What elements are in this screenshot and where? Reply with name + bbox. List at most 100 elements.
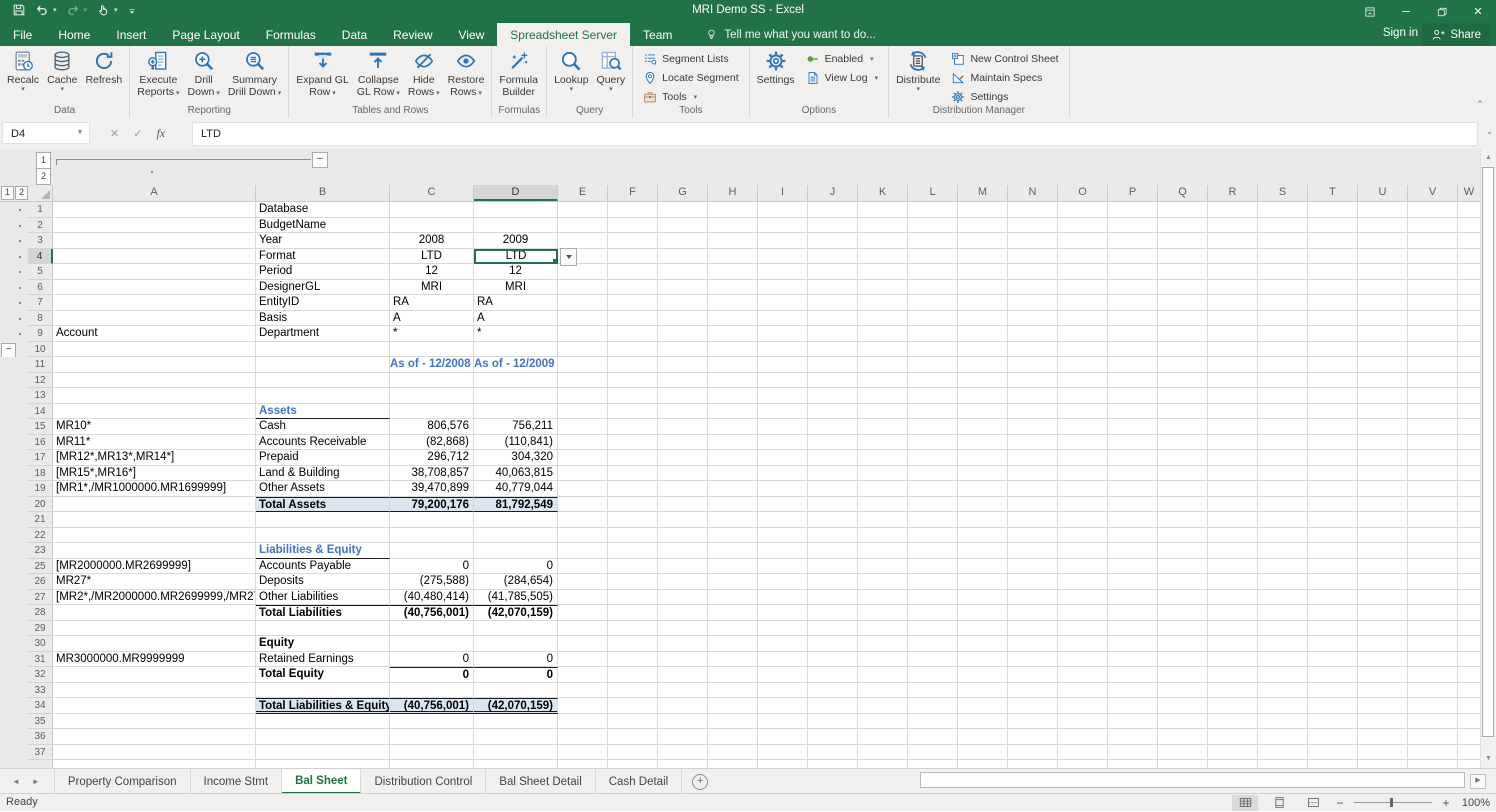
empty-cells-filler[interactable] [558, 295, 1481, 311]
cell-A1[interactable] [53, 202, 256, 218]
cell-D18[interactable]: 40,063,815 [474, 466, 558, 482]
page-break-preview-button[interactable] [1300, 795, 1326, 811]
cell-C34[interactable]: (40,756,001) [390, 698, 474, 714]
cell-B29[interactable] [256, 621, 390, 637]
row-header-26[interactable]: 26 [28, 574, 53, 590]
cell-C35[interactable] [390, 714, 474, 730]
cell-B11[interactable] [256, 357, 390, 373]
refresh-button[interactable]: Refresh [81, 47, 126, 86]
column-header-G[interactable]: G [658, 185, 708, 201]
cell-D31[interactable]: 0 [474, 652, 558, 668]
cell-C2[interactable] [390, 218, 474, 234]
cell-B6[interactable]: DesignerGL [256, 280, 390, 296]
cell-B12[interactable] [256, 373, 390, 389]
cell-C3[interactable]: 2008 [390, 233, 474, 249]
close-button[interactable]: ✕ [1460, 0, 1496, 23]
cell-C20[interactable]: 79,200,176 [390, 497, 474, 513]
row-header-33[interactable]: 33 [28, 683, 53, 699]
cell-B30[interactable]: Equity [256, 636, 390, 652]
column-header-W[interactable]: W [1458, 185, 1481, 201]
cell-C33[interactable] [390, 683, 474, 699]
cell-D11[interactable]: As of - 12/2009 [474, 357, 558, 373]
empty-cells-filler[interactable] [558, 574, 1481, 590]
scroll-down-icon[interactable]: ▼ [1482, 751, 1495, 767]
page-layout-view-button[interactable] [1266, 795, 1292, 811]
sheet-next-icon[interactable]: ► [32, 777, 40, 786]
row-header-2[interactable]: 2 [28, 218, 53, 234]
cell-C1[interactable] [390, 202, 474, 218]
cell-B19[interactable]: Other Assets [256, 481, 390, 497]
tab-formulas[interactable]: Formulas [253, 23, 329, 46]
cell-A21[interactable] [53, 512, 256, 528]
cell-C30[interactable] [390, 636, 474, 652]
sheet-tab-cash-detail[interactable]: Cash Detail [596, 769, 682, 794]
row-outline-level-1-button[interactable]: 1 [1, 186, 14, 200]
row-header-21[interactable]: 21 [28, 512, 53, 528]
sheet-tab-property-comparison[interactable]: Property Comparison [55, 769, 191, 794]
execute-button[interactable]: ExecuteReports▾ [133, 47, 183, 100]
cell-D17[interactable]: 304,320 [474, 450, 558, 466]
row-header-35[interactable]: 35 [28, 714, 53, 730]
cell-D32[interactable]: 0 [474, 667, 558, 683]
cell-D9[interactable]: * [474, 326, 558, 342]
row-header-12[interactable]: 12 [28, 373, 53, 389]
cell-B34[interactable]: Total Liabilities & Equity [256, 698, 390, 714]
cell-B18[interactable]: Land & Building [256, 466, 390, 482]
empty-cells-filler[interactable] [558, 559, 1481, 575]
cell-C6[interactable]: MRI [390, 280, 474, 296]
column-header-D[interactable]: D [474, 185, 558, 201]
cell-C21[interactable] [390, 512, 474, 528]
column-header-Q[interactable]: Q [1158, 185, 1208, 201]
formula-button[interactable]: FormulaBuilder [495, 47, 542, 98]
cell-A27[interactable]: [MR2*,/MR2000000.MR2699999,/MR27*] [53, 590, 256, 606]
tab-page-layout[interactable]: Page Layout [159, 23, 252, 46]
settings-button[interactable]: Settings [753, 47, 799, 86]
cell-C15[interactable]: 806,576 [390, 419, 474, 435]
tell-me-box[interactable]: Tell me what you want to do... [685, 23, 876, 46]
cell-D8[interactable]: A [474, 311, 558, 327]
empty-cells-filler[interactable] [558, 621, 1481, 637]
segment-lists-button[interactable]: Segment Lists [643, 52, 738, 66]
zoom-slider[interactable] [1354, 802, 1432, 803]
sheet-tab-distribution-control[interactable]: Distribution Control [361, 769, 486, 794]
empty-cells-filler[interactable] [558, 280, 1481, 296]
cell-B33[interactable] [256, 683, 390, 699]
empty-cells-filler[interactable] [558, 435, 1481, 451]
tab-file[interactable]: File [0, 23, 45, 46]
cell-B1[interactable]: Database [256, 202, 390, 218]
empty-cells-filler[interactable] [558, 543, 1481, 559]
row-header-6[interactable]: 6 [28, 280, 53, 296]
cell-A26[interactable]: MR27* [53, 574, 256, 590]
cell-D30[interactable] [474, 636, 558, 652]
cell-B3[interactable]: Year [256, 233, 390, 249]
cell-B16[interactable]: Accounts Receivable [256, 435, 390, 451]
cell-D28[interactable]: (42,070,159) [474, 605, 558, 621]
row-header-20[interactable]: 20 [28, 497, 53, 513]
cell-B4[interactable]: Format [256, 249, 390, 265]
cell-B35[interactable] [256, 714, 390, 730]
empty-cells-filler[interactable] [558, 745, 1481, 761]
cell-C7[interactable]: RA [390, 295, 474, 311]
sheet-tab-bal-sheet-detail[interactable]: Bal Sheet Detail [486, 769, 595, 794]
cell-A19[interactable]: [MR1*,/MR1000000.MR1699999] [53, 481, 256, 497]
cell-A8[interactable] [53, 311, 256, 327]
sheet-tab-income-stmt[interactable]: Income Stmt [191, 769, 283, 794]
share-button[interactable]: Share [1422, 23, 1490, 46]
cell-C8[interactable]: A [390, 311, 474, 327]
cell-B13[interactable] [256, 388, 390, 404]
empty-cells-filler[interactable] [558, 388, 1481, 404]
cell-C14[interactable] [390, 404, 474, 420]
cell-B2[interactable]: BudgetName [256, 218, 390, 234]
query-button[interactable]: Query▾ [593, 47, 630, 93]
cell-C27[interactable]: (40,480,414) [390, 590, 474, 606]
row-header-5[interactable]: 5 [28, 264, 53, 280]
cell-B8[interactable]: Basis [256, 311, 390, 327]
cell-C4[interactable]: LTD [390, 249, 474, 265]
ribbon-display-options-button[interactable] [1352, 0, 1388, 23]
minimize-button[interactable]: ─ [1388, 0, 1424, 23]
row-header-1[interactable]: 1 [28, 202, 53, 218]
cell-A37[interactable] [53, 745, 256, 761]
tab-team[interactable]: Team [630, 23, 685, 46]
scroll-right-icon[interactable]: ▶ [1470, 774, 1486, 789]
cell-B23[interactable]: Liabilities & Equity [256, 543, 390, 559]
